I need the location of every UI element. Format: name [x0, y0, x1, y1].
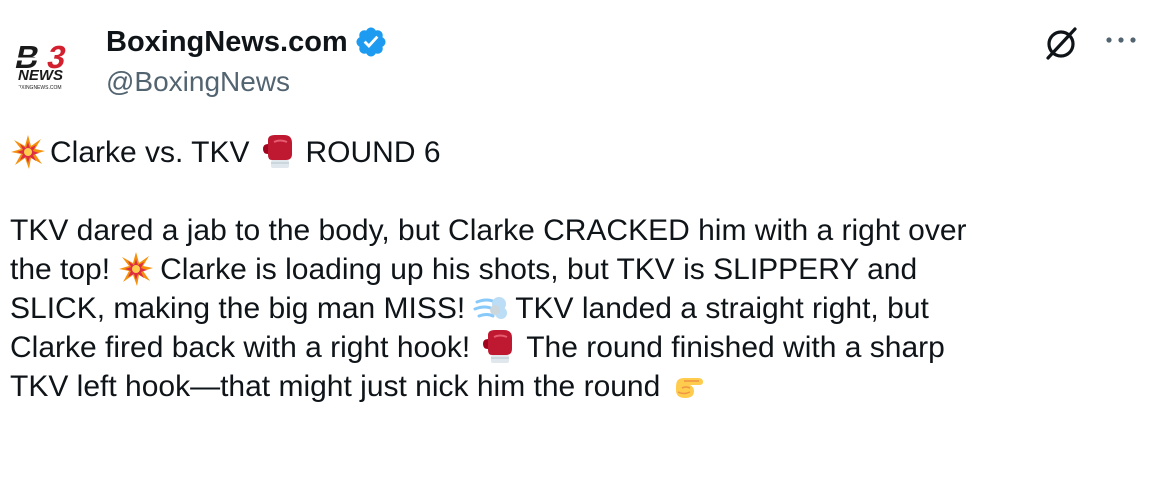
tweet-line-2-part-a: the top!	[10, 253, 111, 286]
tweet-line-3: SLICK, making the big man MISS! TKV land…	[10, 289, 1140, 328]
author-display-name[interactable]: BoxingNews.com	[106, 26, 348, 59]
headline-text-2: ROUND 6	[305, 136, 441, 169]
author-avatar[interactable]: B 3 NEWS BOXINGNEWS.COM	[10, 22, 88, 100]
author-block: BoxingNews.com @BoxingNews	[106, 22, 388, 98]
collision-emoji	[119, 252, 154, 286]
tweet-text: Clarke vs. TKV ROUND 6 TKV dared a jab t…	[10, 133, 1140, 406]
svg-text:BOXINGNEWS.COM: BOXINGNEWS.COM	[14, 85, 62, 91]
tweet-card: B 3 NEWS BOXINGNEWS.COM BoxingNews.com @…	[0, 0, 1168, 494]
tweet-line-2-part-b: Clarke is loading up his shots, but TKV …	[160, 253, 918, 286]
boxingnews-logo-icon: B 3 NEWS BOXINGNEWS.COM	[12, 39, 69, 91]
headline-text-1: Clarke vs. TKV	[50, 136, 250, 169]
tweet-line-5-text: TKV left hook—that might just nick him t…	[10, 370, 661, 403]
display-name-row: BoxingNews.com	[106, 22, 388, 62]
tweet-line-4-part-a: Clarke fired back with a right hook!	[10, 331, 471, 364]
dashing-away-emoji	[473, 297, 508, 319]
author-handle[interactable]: @BoxingNews	[106, 66, 388, 98]
tweet-line-1: TKV dared a jab to the body, but Clarke …	[10, 214, 967, 247]
tweet-line-3-part-a: SLICK, making the big man MISS!	[10, 292, 466, 325]
tweet-line-2: the top! Clarke is loading up his shots,…	[10, 250, 1140, 289]
tweet-line-4-part-b: The round finished with a sharp	[526, 331, 945, 364]
pinching-hand-emoji	[676, 378, 704, 398]
collision-emoji	[11, 135, 45, 169]
tweet-line-4: Clarke fired back with a right hook! The…	[10, 328, 1140, 367]
grok-icon[interactable]	[1040, 22, 1082, 64]
more-options-icon[interactable]	[1101, 30, 1141, 50]
verified-badge-icon[interactable]	[354, 25, 388, 59]
boxing-glove-emoji	[262, 135, 292, 168]
boxing-glove-emoji	[483, 330, 513, 363]
tweet-line-5: TKV left hook—that might just nick him t…	[10, 367, 1140, 406]
svg-text:NEWS: NEWS	[18, 67, 63, 84]
tweet-headline: Clarke vs. TKV ROUND 6	[10, 133, 1140, 172]
tweet-line-3-part-b: TKV landed a straight right, but	[515, 292, 929, 325]
